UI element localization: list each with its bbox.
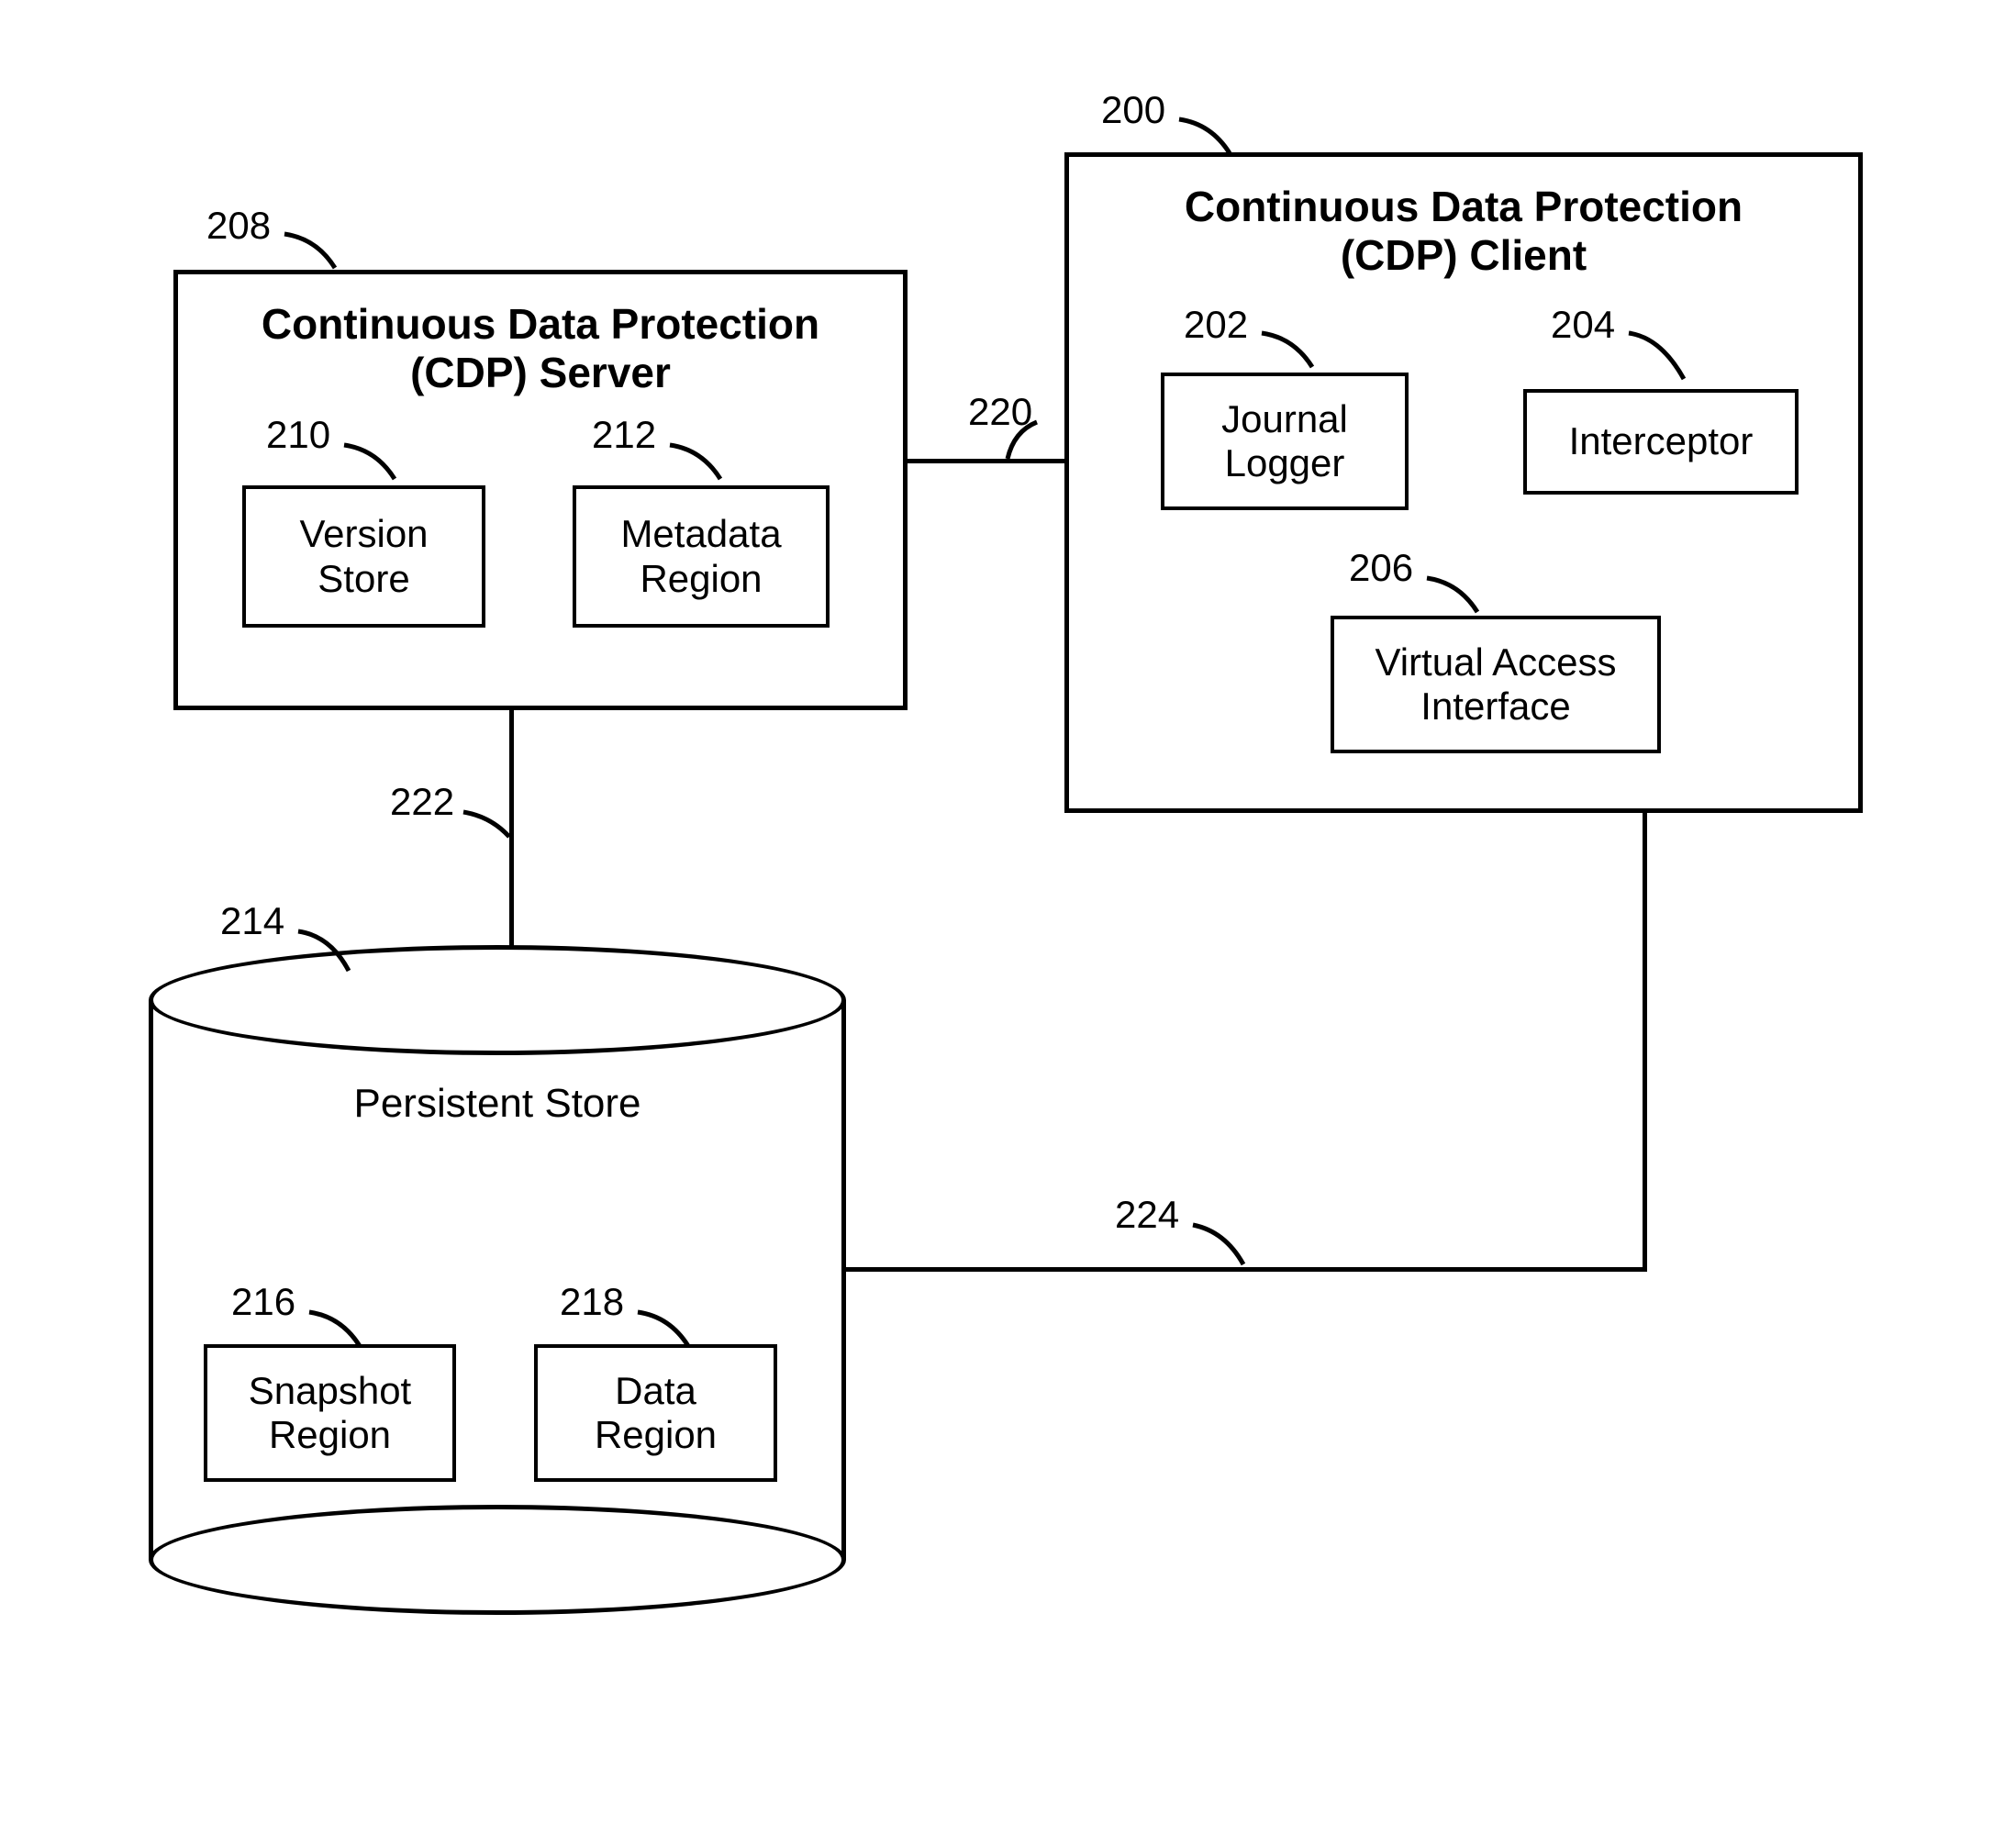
cyl-top — [149, 945, 846, 1055]
ref-206: 206 — [1349, 546, 1413, 590]
conn-224-vert — [1643, 813, 1647, 1272]
leader-208 — [280, 229, 344, 275]
journal-logger-label-1: Journal — [1221, 397, 1348, 441]
persistent-store-title: Persistent Store — [149, 1081, 846, 1128]
leader-200 — [1175, 115, 1239, 161]
leader-202 — [1257, 328, 1321, 374]
version-store-box: Version Store — [242, 485, 485, 628]
cdp-client-title-line1: Continuous Data Protection — [1069, 183, 1858, 231]
ref-210: 210 — [266, 413, 330, 457]
version-store-label-1: Version — [299, 512, 428, 556]
virtual-access-label-1: Virtual Access — [1375, 640, 1616, 684]
ref-224: 224 — [1115, 1193, 1179, 1237]
virtual-access-box: Virtual Access Interface — [1331, 616, 1661, 753]
cdp-client-title-line2: (CDP) Client — [1069, 231, 1858, 280]
metadata-region-box: Metadata Region — [573, 485, 830, 628]
journal-logger-box: Journal Logger — [1161, 373, 1409, 510]
ref-222: 222 — [390, 780, 454, 824]
leader-212 — [665, 440, 730, 486]
metadata-region-label-2: Region — [640, 557, 762, 601]
snapshot-region-label-2: Region — [269, 1413, 391, 1457]
cdp-server-box: Continuous Data Protection (CDP) Server … — [173, 270, 908, 710]
cdp-server-title: Continuous Data Protection (CDP) Server — [178, 300, 903, 397]
leader-204 — [1624, 328, 1693, 384]
cdp-client-box: Continuous Data Protection (CDP) Client … — [1064, 152, 1863, 813]
ref-208: 208 — [206, 204, 271, 248]
ref-200: 200 — [1101, 88, 1165, 132]
leader-220 — [1005, 417, 1055, 463]
snapshot-region-box: Snapshot Region — [204, 1344, 456, 1482]
interceptor-label: Interceptor — [1569, 419, 1754, 463]
data-region-label-2: Region — [595, 1413, 717, 1457]
ref-218: 218 — [560, 1280, 624, 1324]
leader-222 — [459, 807, 514, 844]
cdp-client-title: Continuous Data Protection (CDP) Client — [1069, 183, 1858, 280]
ref-214: 214 — [220, 899, 284, 943]
ref-202: 202 — [1184, 303, 1248, 347]
leader-216 — [305, 1308, 369, 1353]
leader-210 — [340, 440, 404, 486]
leader-206 — [1422, 573, 1487, 619]
version-store-label-2: Store — [317, 557, 409, 601]
snapshot-region-label-1: Snapshot — [249, 1369, 411, 1413]
ref-216: 216 — [231, 1280, 295, 1324]
leader-214 — [294, 927, 358, 977]
leader-218 — [633, 1308, 697, 1353]
interceptor-box: Interceptor — [1523, 389, 1799, 495]
virtual-access-label-2: Interface — [1420, 684, 1570, 729]
journal-logger-label-2: Logger — [1225, 441, 1345, 485]
leader-224 — [1188, 1220, 1253, 1271]
cdp-server-title-line2: (CDP) Server — [178, 349, 903, 397]
metadata-region-label-1: Metadata — [620, 512, 781, 556]
ref-204: 204 — [1551, 303, 1615, 347]
cyl-bottom — [149, 1505, 846, 1615]
data-region-label-1: Data — [615, 1369, 696, 1413]
cdp-server-title-line1: Continuous Data Protection — [178, 300, 903, 349]
ref-212: 212 — [592, 413, 656, 457]
data-region-box: Data Region — [534, 1344, 777, 1482]
